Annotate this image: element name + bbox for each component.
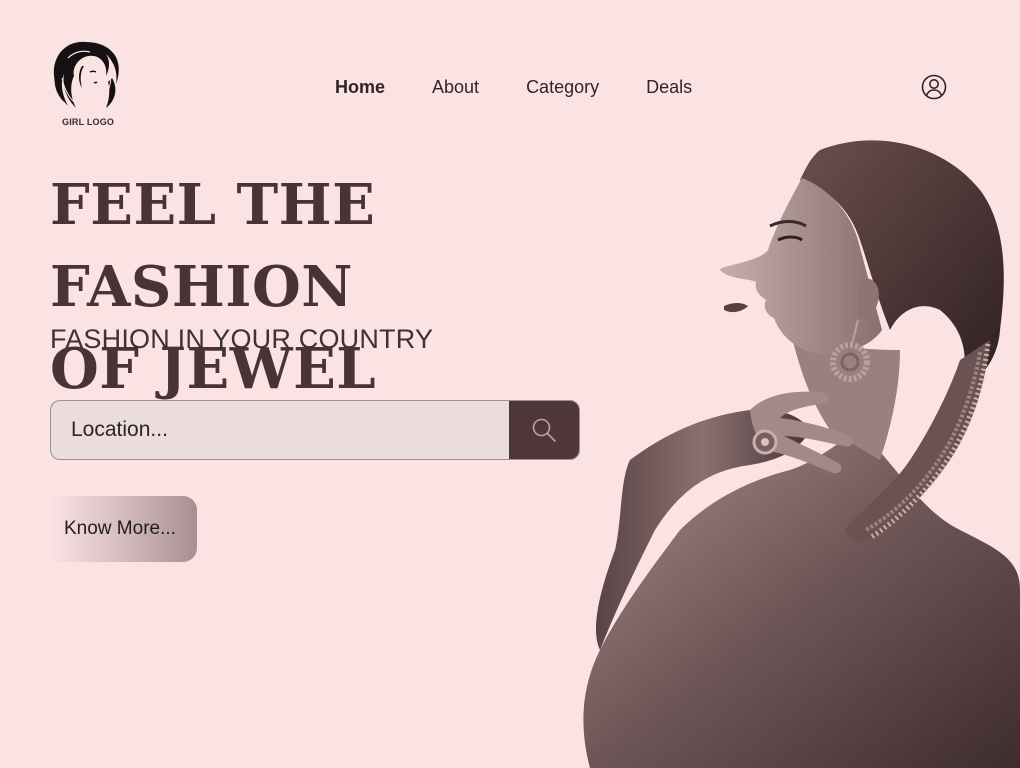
hero-subtitle: FASHION IN YOUR COUNTRY <box>50 324 434 354</box>
model-photo <box>560 130 1020 768</box>
location-input[interactable] <box>51 401 509 459</box>
nav-item-deals[interactable]: Deals <box>646 77 696 98</box>
nav-item-home[interactable]: Home <box>335 77 385 98</box>
logo-text: GIRL LOGO <box>62 117 115 127</box>
main-nav: Home About Category Deals <box>335 74 696 100</box>
user-circle-icon[interactable] <box>921 74 947 100</box>
landing-page: GIRL LOGO Home About Category Deals FEEL… <box>0 0 1020 768</box>
woman-head-logo-icon <box>53 41 119 108</box>
nav-item-category[interactable]: Category <box>526 77 599 98</box>
location-search <box>50 400 580 460</box>
know-more-button[interactable]: Know More... <box>50 496 197 562</box>
nav-item-about[interactable]: About <box>432 77 479 98</box>
search-icon <box>532 418 556 442</box>
hero-title-line1: FEEL THE FASHION <box>50 172 376 320</box>
brand-logo[interactable]: GIRL LOGO <box>48 38 128 134</box>
